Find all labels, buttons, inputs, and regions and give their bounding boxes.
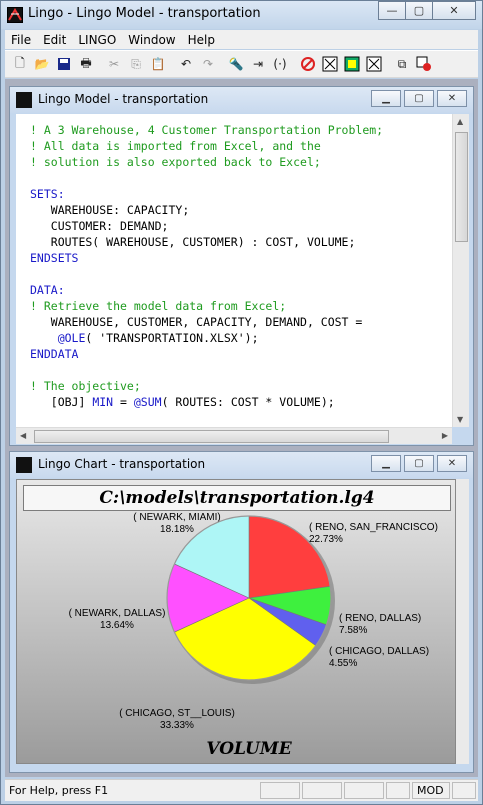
code-line: @OLE( 'TRANSPORTATION.XLSX'); [57, 331, 259, 345]
code-line: ! The objective; [30, 379, 141, 393]
minimize-button[interactable]: — [378, 1, 406, 20]
menu-file[interactable]: File [5, 33, 37, 47]
print-icon[interactable]: 🖶 [77, 55, 95, 73]
status-mode: MOD [412, 782, 450, 799]
title-bar[interactable]: Lingo - Lingo Model - transportation — ▢… [1, 1, 482, 29]
slice-percent-label: 18.18% [160, 524, 194, 535]
scroll-down-icon[interactable]: ▼ [457, 415, 463, 424]
model-vertical-scrollbar[interactable]: ▲ ▼ [452, 114, 469, 427]
menu-lingo[interactable]: LINGO [72, 33, 122, 47]
close-window-icon[interactable] [365, 55, 383, 73]
maximize-button[interactable]: ▢ [405, 1, 433, 20]
code-line: ENDSETS [30, 251, 79, 265]
chart-xlabel: VOLUME [206, 739, 292, 759]
code-line: WAREHOUSE: CAPACITY; [30, 203, 190, 217]
model-window-title: Lingo Model - transportation [38, 92, 209, 106]
model-editor[interactable]: ! A 3 Warehouse, 4 Customer Transportati… [16, 114, 452, 427]
model-window: Lingo Model - transportation ▁ ▢ ✕ ! A 3… [9, 86, 474, 446]
slice-category-label: ( RENO, DALLAS) [339, 613, 421, 624]
status-cell-5 [452, 782, 476, 799]
code-line: DATA: [30, 283, 65, 297]
window-title: Lingo - Lingo Model - transportation [28, 6, 261, 21]
model-hscroll-thumb[interactable] [34, 430, 389, 443]
chart-vertical-scrollbar[interactable] [456, 479, 469, 764]
pie-chart: ( RENO, SAN_FRANCISCO)22.73% ( RENO, DALL… [69, 512, 438, 759]
toolbar: 🗋 📂 🖶 ✂ ⎘ 📋 ↶ ↷ 🔦 ⇥ (·) ⧉ [5, 50, 478, 78]
paste-icon[interactable]: 📋 [149, 55, 167, 73]
model-window-titlebar[interactable]: Lingo Model - transportation ▁ ▢ ✕ [10, 87, 473, 113]
lingo-app-icon[interactable] [7, 7, 23, 23]
status-cell-1 [260, 782, 300, 799]
scroll-left-icon[interactable]: ◀ [20, 431, 26, 440]
model-maximize-button[interactable]: ▢ [404, 90, 434, 107]
undo-icon[interactable]: ↶ [177, 55, 195, 73]
status-help-text: For Help, press F1 [9, 784, 109, 797]
slice-category-label: ( CHICAGO, ST__LOUIS) [119, 708, 235, 719]
slice-percent-label: 13.64% [100, 620, 134, 631]
code-line: [OBJ] MIN = @SUM( ROUTES: COST * VOLUME)… [30, 395, 335, 409]
code-line: ENDDATA [30, 347, 79, 361]
mdi-workspace: Lingo Model - transportation ▁ ▢ ✕ ! A 3… [5, 79, 478, 777]
code-line: SETS: [30, 187, 65, 201]
code-line: ROUTES( WAREHOUSE, CUSTOMER) : COST, VOL… [30, 235, 356, 249]
chart-title: C:\models\transportation.lg4 [23, 485, 451, 511]
match-parenthesis-icon[interactable]: (·) [271, 55, 289, 73]
close-all-icon[interactable] [415, 55, 433, 73]
save-icon[interactable] [55, 55, 73, 73]
cascade-icon[interactable]: ⧉ [393, 55, 411, 73]
menu-window[interactable]: Window [122, 33, 181, 47]
slice-category-label: ( NEWARK, MIAMI) [133, 512, 220, 523]
find-next-icon[interactable]: ⇥ [249, 55, 267, 73]
model-horizontal-scrollbar[interactable]: ◀ ▶ [16, 427, 452, 444]
code-line: CUSTOMER: DEMAND; [30, 219, 169, 233]
menu-help[interactable]: Help [182, 33, 221, 47]
tile-icon[interactable] [343, 55, 361, 73]
lingo-chart-icon [16, 457, 32, 473]
chart-window-titlebar[interactable]: Lingo Chart - transportation ▁ ▢ ✕ [10, 452, 473, 478]
lingo-model-icon [16, 92, 32, 108]
slice-percent-label: 7.58% [339, 625, 367, 636]
status-bar: For Help, press F1 MOD [5, 779, 478, 801]
new-icon[interactable]: 🗋 [11, 55, 29, 73]
slice-category-label: ( NEWARK, DALLAS) [69, 608, 166, 619]
slice-percent-label: 4.55% [329, 658, 357, 669]
open-icon[interactable]: 📂 [33, 55, 51, 73]
slice-category-label: ( CHICAGO, DALLAS) [329, 646, 429, 657]
cut-icon[interactable]: ✂ [105, 55, 123, 73]
main-window: Lingo - Lingo Model - transportation — ▢… [0, 0, 483, 805]
chart-window: Lingo Chart - transportation ▁ ▢ ✕ ( REN… [9, 451, 474, 773]
code-line: WAREHOUSE, CUSTOMER, CAPACITY, DEMAND, C… [30, 315, 363, 329]
slice-percent-label: 22.73% [309, 534, 343, 545]
chart-close-button[interactable]: ✕ [437, 455, 467, 472]
model-vscroll-thumb[interactable] [455, 132, 468, 242]
stop-icon[interactable] [321, 55, 339, 73]
chart-minimize-button[interactable]: ▁ [371, 455, 401, 472]
scroll-right-icon[interactable]: ▶ [442, 431, 448, 440]
code-line: ! Retrieve the model data from Excel; [30, 299, 287, 313]
copy-icon[interactable]: ⎘ [127, 55, 145, 73]
slice-category-label: ( RENO, SAN_FRANCISCO) [309, 522, 438, 533]
scroll-up-icon[interactable]: ▲ [457, 117, 463, 126]
solve-icon[interactable] [299, 55, 317, 73]
status-cell-4 [386, 782, 410, 799]
chart-window-title: Lingo Chart - transportation [38, 457, 206, 471]
code-line: ! All data is imported from Excel, and t… [30, 139, 321, 153]
chart-maximize-button[interactable]: ▢ [404, 455, 434, 472]
close-button[interactable]: ✕ [432, 1, 476, 20]
menu-bar: File Edit LINGO Window Help [5, 30, 478, 49]
code-line: ! solution is also exported back to Exce… [30, 155, 321, 169]
chart-area: ( RENO, SAN_FRANCISCO) 22.73% ( RENO, DALL… [16, 479, 456, 764]
status-cell-2 [302, 782, 342, 799]
code-line: ! A 3 Warehouse, 4 Customer Transportati… [30, 123, 384, 137]
menu-edit[interactable]: Edit [37, 33, 72, 47]
model-minimize-button[interactable]: ▁ [371, 90, 401, 107]
redo-icon[interactable]: ↷ [199, 55, 217, 73]
status-cell-3 [344, 782, 384, 799]
slice-percent-label: 33.33% [160, 720, 194, 731]
find-icon[interactable]: 🔦 [227, 55, 245, 73]
model-close-button[interactable]: ✕ [437, 90, 467, 107]
